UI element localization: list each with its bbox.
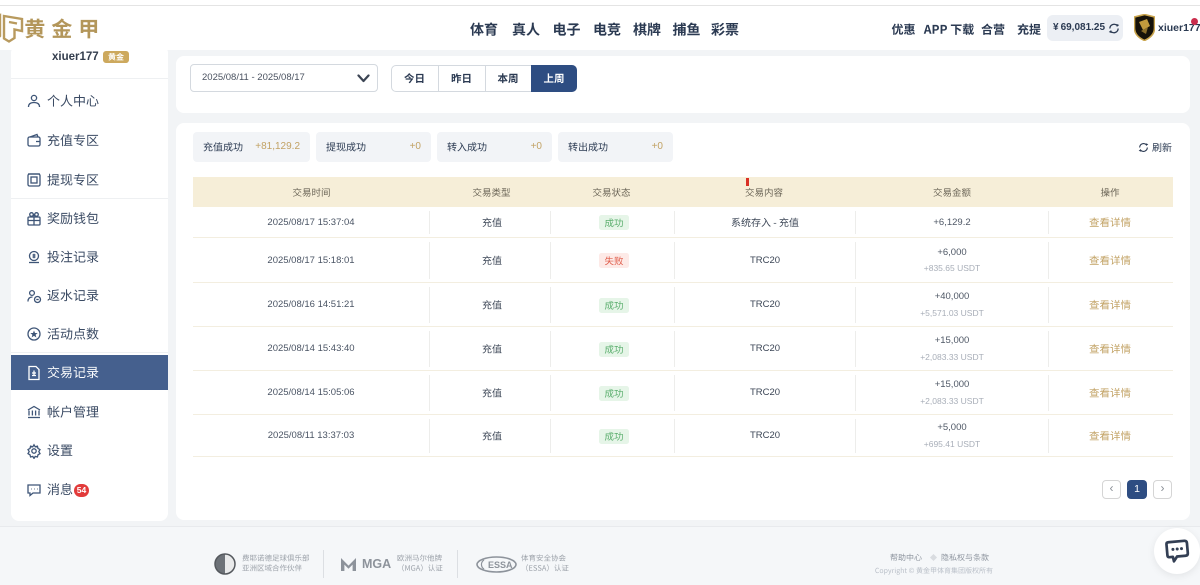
svg-text:ESSA: ESSA	[488, 560, 513, 570]
